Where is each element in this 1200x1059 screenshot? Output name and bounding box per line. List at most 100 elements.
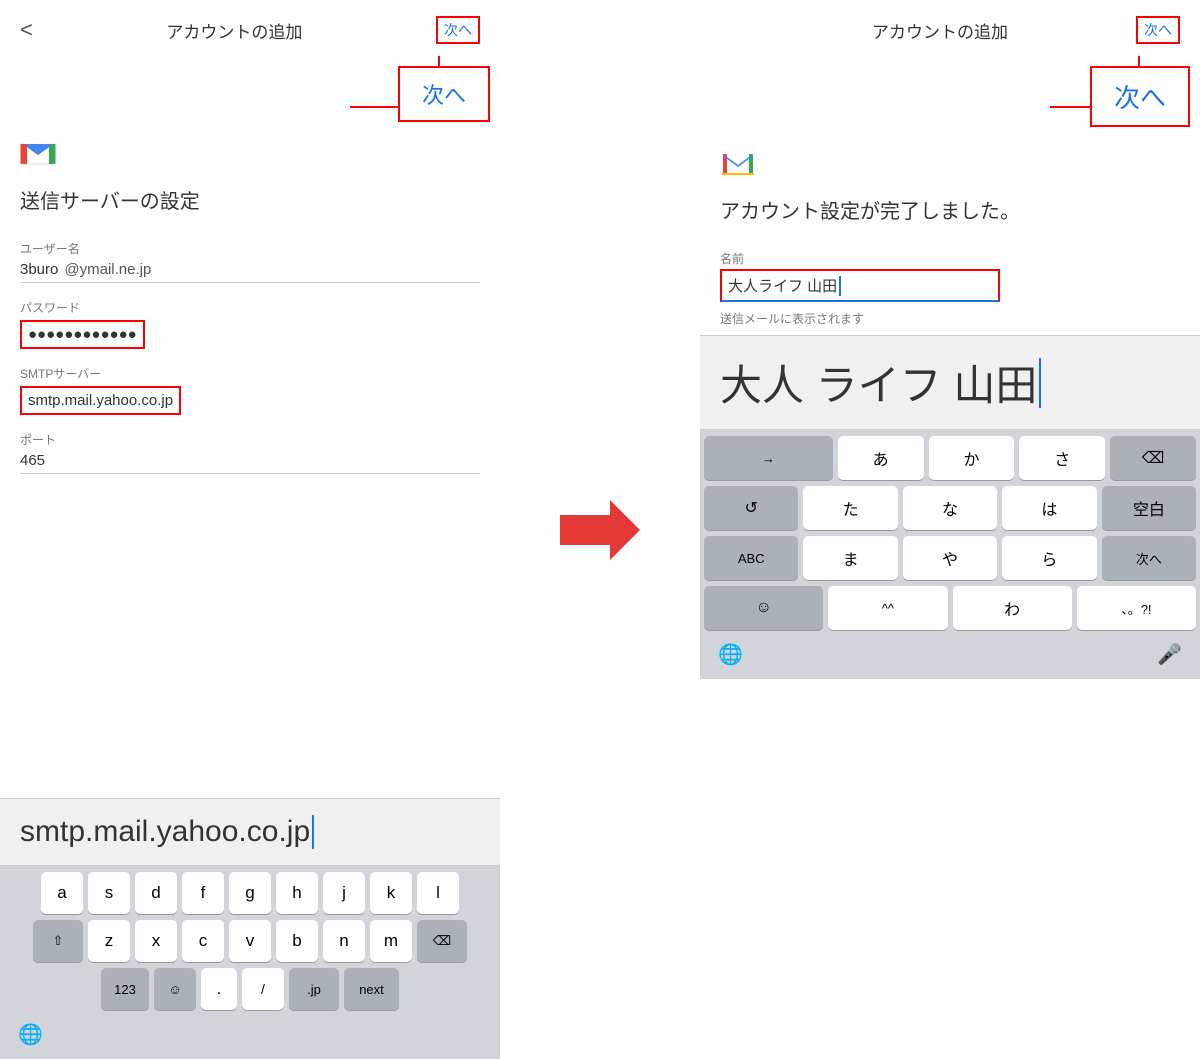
jp-key-ma[interactable]: ま: [803, 536, 897, 580]
keyboard-row-2: ⇧ z x c v b n m ⌫: [4, 920, 496, 962]
keyboard-row-1: a s d f g h j k l: [4, 872, 496, 914]
back-button[interactable]: <: [20, 17, 33, 43]
right-large-text: 大人 ライフ 山田: [700, 335, 1200, 430]
name-input-highlighted[interactable]: 大人ライフ 山田: [720, 269, 1000, 302]
left-keyboard: a s d f g h j k l ⇧ z x c v b n m ⌫ 123 …: [0, 866, 500, 1059]
jp-key-space[interactable]: 空白: [1102, 486, 1196, 530]
left-page-title: 送信サーバーの設定: [20, 185, 480, 214]
jp-key-ha[interactable]: は: [1002, 486, 1096, 530]
jp-key-sa[interactable]: さ: [1019, 436, 1105, 480]
right-next-callout-box[interactable]: 次へ: [1090, 66, 1190, 127]
name-label: 名前: [720, 250, 1180, 267]
password-field-highlighted[interactable]: ●●●●●●●●●●●●: [20, 320, 145, 349]
jp-key-ya[interactable]: や: [903, 536, 997, 580]
right-page-title: アカウント設定が完了しました。: [720, 195, 1180, 224]
jp-keyboard-row-1: → あ か さ ⌫: [704, 436, 1196, 480]
key-emoji[interactable]: ☺: [154, 968, 196, 1010]
globe-icon[interactable]: 🌐: [18, 1022, 43, 1047]
right-next-callout-area: 次へ: [700, 56, 1200, 136]
jp-keyboard: → あ か さ ⌫ ↺ た な は 空白 ABC ま や ら 次へ ☺ ^^ わ…: [700, 430, 1200, 679]
left-large-text-value: smtp.mail.yahoo.co.jp: [20, 815, 310, 849]
jp-key-undo[interactable]: ↺: [704, 486, 798, 530]
name-value: 大人ライフ 山田: [728, 275, 837, 296]
key-123[interactable]: 123: [101, 968, 149, 1010]
key-a[interactable]: a: [41, 872, 83, 914]
key-s[interactable]: s: [88, 872, 130, 914]
username-label: ユーザー名: [20, 240, 480, 257]
right-gmail-logo: [720, 146, 756, 182]
jp-key-delete[interactable]: ⌫: [1110, 436, 1196, 480]
right-next-button[interactable]: 次へ: [1136, 16, 1180, 44]
key-j[interactable]: j: [323, 872, 365, 914]
key-next[interactable]: next: [344, 968, 399, 1010]
left-panel: < アカウントの追加 次へ 次へ: [0, 0, 500, 1059]
right-panel: アカウントの追加 次へ 次へ アカウント設定が完了しました。 名前 大人ライフ …: [700, 0, 1200, 1059]
key-c[interactable]: c: [182, 920, 224, 962]
jp-keyboard-bottom: 🌐 🎤: [704, 636, 1196, 673]
right-gmail-section: アカウント設定が完了しました。: [700, 136, 1200, 250]
jp-globe-icon[interactable]: 🌐: [718, 642, 743, 667]
port-value: 465: [20, 452, 480, 474]
key-dot[interactable]: .: [201, 968, 237, 1010]
jp-key-arrow[interactable]: →: [704, 436, 833, 480]
left-next-button[interactable]: 次へ: [436, 16, 480, 44]
right-header: アカウントの追加 次へ: [700, 0, 1200, 56]
jp-key-next[interactable]: 次へ: [1102, 536, 1196, 580]
jp-mic-icon[interactable]: 🎤: [1157, 642, 1182, 667]
jp-key-abc[interactable]: ABC: [704, 536, 798, 580]
key-k[interactable]: k: [370, 872, 412, 914]
username-domain: @ymail.ne.jp: [64, 261, 151, 278]
key-d[interactable]: d: [135, 872, 177, 914]
key-shift[interactable]: ⇧: [33, 920, 83, 962]
key-g[interactable]: g: [229, 872, 271, 914]
password-label: パスワード: [20, 299, 480, 316]
port-label: ポート: [20, 431, 480, 448]
keyboard-row-3: 123 ☺ . / .jp next: [4, 968, 496, 1010]
password-group: パスワード ●●●●●●●●●●●●: [20, 299, 480, 349]
smtp-label: SMTPサーバー: [20, 365, 480, 382]
jp-key-na[interactable]: な: [903, 486, 997, 530]
jp-key-punct[interactable]: 、。?!: [1077, 586, 1196, 630]
sub-label: 送信メールに表示されます: [720, 310, 1180, 327]
jp-key-a[interactable]: あ: [838, 436, 924, 480]
key-v[interactable]: v: [229, 920, 271, 962]
jp-cursor: [1039, 358, 1041, 408]
left-large-text: smtp.mail.yahoo.co.jp: [0, 798, 500, 866]
arrow-container: [500, 0, 700, 1059]
key-jp[interactable]: .jp: [289, 968, 339, 1010]
key-h[interactable]: h: [276, 872, 318, 914]
key-x[interactable]: x: [135, 920, 177, 962]
port-group: ポート 465: [20, 431, 480, 474]
left-gmail-section: 送信サーバーの設定: [0, 126, 500, 240]
key-z[interactable]: z: [88, 920, 130, 962]
jp-key-ka[interactable]: か: [929, 436, 1015, 480]
key-n[interactable]: n: [323, 920, 365, 962]
text-cursor: [312, 815, 314, 849]
key-m[interactable]: m: [370, 920, 412, 962]
right-large-text-value: 大人 ライフ 山田: [720, 352, 1037, 413]
username-value: 3buro: [20, 261, 58, 278]
jp-key-ta[interactable]: た: [803, 486, 897, 530]
key-l[interactable]: l: [417, 872, 459, 914]
key-f[interactable]: f: [182, 872, 224, 914]
left-header: < アカウントの追加 次へ: [0, 0, 500, 56]
jp-keyboard-row-3: ABC ま や ら 次へ: [704, 536, 1196, 580]
jp-keyboard-row-2: ↺ た な は 空白: [704, 486, 1196, 530]
left-form: ユーザー名 3buro @ymail.ne.jp パスワード ●●●●●●●●●…: [0, 240, 500, 798]
next-callout-area: 次へ: [0, 56, 500, 126]
gmail-logo: [20, 136, 56, 172]
smtp-field-highlighted[interactable]: smtp.mail.yahoo.co.jp: [20, 386, 181, 415]
key-slash[interactable]: /: [242, 968, 284, 1010]
left-title: アカウントの追加: [166, 18, 302, 43]
jp-key-ra[interactable]: ら: [1002, 536, 1096, 580]
right-title: アカウントの追加: [872, 18, 1008, 43]
username-row: 3buro @ymail.ne.jp: [20, 261, 480, 283]
next-callout-box[interactable]: 次へ: [398, 66, 490, 122]
jp-key-caret[interactable]: ^^: [828, 586, 947, 630]
key-delete[interactable]: ⌫: [417, 920, 467, 962]
keyboard-bottom-left: 🌐: [4, 1016, 496, 1053]
jp-keyboard-row-4: ☺ ^^ わ 、。?!: [704, 586, 1196, 630]
jp-key-wa[interactable]: わ: [953, 586, 1072, 630]
jp-key-emoji[interactable]: ☺: [704, 586, 823, 630]
key-b[interactable]: b: [276, 920, 318, 962]
